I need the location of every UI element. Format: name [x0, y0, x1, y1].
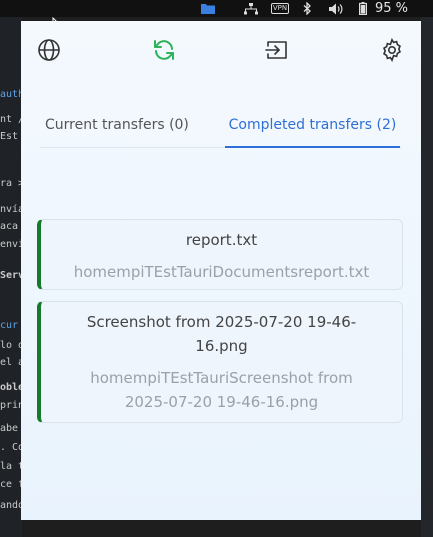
- transfer-card[interactable]: report.txt homempiTEstTauriDocumentsrepo…: [37, 219, 403, 290]
- popup-toolbar: [21, 21, 421, 76]
- battery-icon[interactable]: [358, 0, 368, 17]
- folder-icon[interactable]: [200, 0, 216, 17]
- bluetooth-icon[interactable]: [301, 0, 313, 17]
- transfer-tabs: Current transfers (0) Completed transfer…: [40, 117, 401, 148]
- vpn-icon[interactable]: VPN: [270, 0, 290, 17]
- transfers-popup: Current transfers (0) Completed transfer…: [21, 21, 421, 520]
- background-line: aca: [0, 221, 19, 232]
- background-editor: auth nt / Est ra > nvía aca envi Serv cu…: [0, 17, 22, 537]
- vpn-label: VPN: [270, 3, 290, 14]
- globe-icon[interactable]: [36, 37, 62, 63]
- transfer-file-name: Screenshot from 2025-07-20 19-46-16.png: [86, 313, 357, 355]
- background-line: la t: [0, 461, 22, 472]
- background-line: envi: [0, 239, 22, 250]
- tab-completed-transfers-label: Completed transfers (2): [228, 117, 397, 133]
- background-line: Est: [0, 131, 19, 142]
- transfer-file-path: homempiTEstTauriScreenshot from 2025-07-…: [90, 369, 353, 411]
- tab-current-transfers-label: Current transfers (0): [45, 117, 189, 133]
- import-icon[interactable]: [265, 37, 291, 63]
- background-line: nvía: [0, 204, 22, 215]
- background-line: auth: [0, 89, 22, 100]
- background-line: ra >: [0, 178, 22, 189]
- transfer-card[interactable]: Screenshot from 2025-07-20 19-46-16.png …: [37, 301, 403, 423]
- background-line: abe: [0, 423, 19, 434]
- transfer-file-path: homempiTEstTauriDocumentsreport.txt: [73, 263, 370, 281]
- background-line: prin: [0, 400, 22, 411]
- background-line: lo q: [0, 340, 22, 351]
- system-top-bar: VPN 95 %: [0, 0, 433, 17]
- background-line: cur: [0, 320, 19, 331]
- background-line: ando: [0, 500, 22, 511]
- background-line: Serv: [0, 270, 22, 281]
- transfer-file-name: report.txt: [185, 231, 258, 249]
- background-line: el a: [0, 357, 22, 368]
- network-icon[interactable]: [243, 0, 259, 17]
- tab-completed-transfers[interactable]: Completed transfers (2): [225, 117, 400, 148]
- tab-current-transfers[interactable]: Current transfers (0): [45, 117, 191, 146]
- background-line: nt /: [0, 114, 22, 125]
- volume-icon[interactable]: [328, 0, 344, 17]
- background-line: ce fi: [0, 479, 22, 490]
- background-line: . Co: [0, 442, 22, 453]
- background-editor-right: [421, 17, 433, 537]
- battery-percentage: 95 %: [374, 1, 408, 16]
- refresh-icon[interactable]: [151, 37, 177, 63]
- background-line: oble: [0, 382, 22, 393]
- settings-icon[interactable]: [379, 37, 405, 63]
